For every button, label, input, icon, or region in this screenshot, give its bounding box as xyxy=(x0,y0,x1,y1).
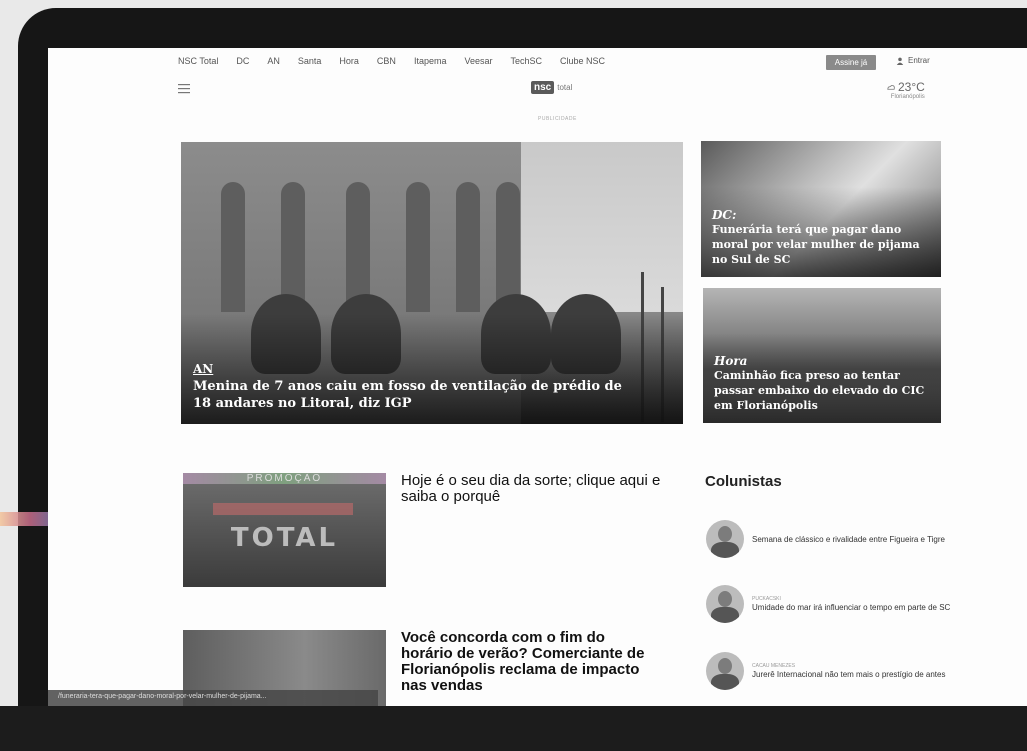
topnav-item-nsc-total[interactable]: NSC Total xyxy=(178,56,218,72)
side-article-card[interactable]: Hora Caminhão fica preso ao tentar passa… xyxy=(703,288,941,423)
columnists-heading: Colunistas xyxy=(705,473,782,490)
card-tag: DC: xyxy=(712,208,737,222)
topnav-item-techsc[interactable]: TechSC xyxy=(511,56,543,72)
topnav-item-veesar[interactable]: Veesar xyxy=(464,56,492,72)
hero-tag[interactable]: AN xyxy=(193,362,633,376)
topnav-item-hora[interactable]: Hora xyxy=(339,56,359,72)
weather-icon xyxy=(887,84,895,90)
columnist-headline[interactable]: Umidade do mar irá influenciar o tempo e… xyxy=(752,602,950,613)
columnist-item[interactable]: PUCKACSKI Umidade do mar irá influenciar… xyxy=(706,585,956,623)
hero-headline[interactable]: Menina de 7 anos caiu em fosso de ventil… xyxy=(193,378,633,412)
building-window xyxy=(406,182,430,312)
topnav-item-itapema[interactable]: Itapema xyxy=(414,56,447,72)
top-nav: NSC Total DC AN Santa Hora CBN Itapema V… xyxy=(178,56,605,72)
topnav-item-dc[interactable]: DC xyxy=(236,56,249,72)
ad-label: PUBLICIDADE xyxy=(538,116,577,122)
desk-surface xyxy=(0,706,1027,751)
card-caption: Hora Caminhão fica preso ao tentar passa… xyxy=(714,354,936,413)
topnav-item-an[interactable]: AN xyxy=(267,56,280,72)
avatar xyxy=(706,520,744,558)
subscribe-button[interactable]: Assine já xyxy=(826,55,876,70)
building-window xyxy=(456,182,480,312)
avatar xyxy=(706,585,744,623)
article-title[interactable]: Você concorda com o fim do horário de ve… xyxy=(401,630,651,694)
topnav-item-cbn[interactable]: CBN xyxy=(377,56,396,72)
article-thumbnail[interactable]: PROMOÇÃO TOTAL xyxy=(183,473,386,587)
login-link[interactable]: Entrar xyxy=(896,56,930,65)
logo-mark: nsc xyxy=(531,81,555,94)
article-title[interactable]: Hoje é o seu dia da sorte; clique aqui e… xyxy=(401,473,676,505)
avatar xyxy=(706,652,744,690)
columnist-item[interactable]: CACAU MENEZES Jurerê Internacional não t… xyxy=(706,652,956,690)
promo-total-text: TOTAL xyxy=(230,523,339,553)
side-article-card[interactable]: DC: Funerária terá que pagar dano moral … xyxy=(701,141,941,277)
columnist-headline[interactable]: Jurerê Internacional não tem mais o pres… xyxy=(752,669,945,680)
logo-text: total xyxy=(557,83,573,92)
user-icon xyxy=(896,57,904,65)
promo-label: PROMOÇÃO xyxy=(183,473,386,484)
weather-city: Florianópolis xyxy=(890,94,925,100)
building-window xyxy=(281,182,305,312)
card-tag: Hora xyxy=(714,354,748,368)
temperature: 23°C xyxy=(898,80,925,94)
columnist-item[interactable]: Semana de clássico e rivalidade entre Fi… xyxy=(706,520,956,558)
weather-widget[interactable]: 23°C Florianópolis xyxy=(886,80,925,100)
site-logo[interactable]: nsc total xyxy=(531,81,572,94)
topnav-item-clube-nsc[interactable]: Clube NSC xyxy=(560,56,605,72)
card-caption: DC: Funerária terá que pagar dano moral … xyxy=(712,208,934,267)
hero-caption: AN Menina de 7 anos caiu em fosso de ven… xyxy=(193,362,633,412)
status-bar-url: /funeraria-tera-que-pagar-dano-moral-por… xyxy=(48,690,378,706)
card-headline[interactable]: Funerária terá que pagar dano moral por … xyxy=(712,222,934,267)
card-headline[interactable]: Caminhão fica preso ao tentar passar emb… xyxy=(714,368,936,413)
building-window xyxy=(346,182,370,312)
building-window xyxy=(221,182,245,312)
columnist-headline[interactable]: Semana de clássico e rivalidade entre Fi… xyxy=(752,534,945,545)
browser-viewport: NSC Total DC AN Santa Hora CBN Itapema V… xyxy=(48,48,1027,708)
login-label: Entrar xyxy=(908,56,930,65)
topnav-item-santa[interactable]: Santa xyxy=(298,56,322,72)
hero-article[interactable]: AN Menina de 7 anos caiu em fosso de ven… xyxy=(181,142,683,424)
hamburger-menu-icon[interactable] xyxy=(178,84,190,94)
thumb-strip xyxy=(213,503,353,515)
building-window xyxy=(496,182,520,312)
